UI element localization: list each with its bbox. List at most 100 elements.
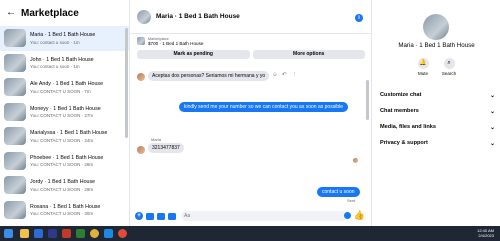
listing-price: $700 · 1 Bed 1 Bath House [148,40,204,46]
listing-thumbnail [4,127,26,146]
details-panel: Maria · 1 Bed 1 Bath House 🔔 Mute ⌕ Sear… [373,0,500,226]
marketplace-panel: ← Marketplace Maria · 1 Bed 1 Bath House… [0,0,130,226]
app-icon[interactable] [48,229,57,238]
image-icon[interactable] [146,212,154,220]
message-bubble: contact u soon [317,187,360,197]
conversation-preview: You: CONTACT U SOON · 27m [30,113,94,118]
chevron-down-icon: ⌄ [489,109,495,115]
listing-thumbnail [4,151,26,170]
conversation-name: Moneyy · 1 Bed 1 Bath House [30,105,101,112]
conversation-preview: You: CONTACT U SOON · 7m [30,88,91,94]
conversation-preview: You: CONTACT U SOON · 28m [30,162,94,167]
sticker-icon[interactable] [157,212,165,220]
app-icon[interactable] [104,229,113,238]
conversation-item[interactable]: Ale Andy · 1 Bed 1 Bath House You: CONTA… [0,75,129,100]
message-composer: + 👍 [131,206,371,226]
reply-icon[interactable]: ↶ [282,72,287,78]
sent-status: Sent [347,198,356,203]
thumbs-up-icon[interactable]: 👍 [354,210,365,221]
bell-icon: 🔔 [417,58,429,69]
read-receipt-avatar [353,158,358,163]
back-arrow-icon[interactable]: ← [6,8,18,18]
chat-panel: Maria · 1 Bed 1 Bath House i Marketplace… [131,0,372,226]
more-options-button[interactable]: More options [252,50,365,59]
mark-pending-button[interactable]: Mark as pending [137,50,250,59]
chat-avatar[interactable] [137,9,151,24]
clock-date: 2/4/2023 [478,233,494,238]
listing-thumbnail [4,200,26,219]
message-bubble: kindly send me your number so we can con… [179,102,348,112]
chevron-down-icon: ⌄ [489,141,495,147]
message-bubble: Aceptas dos personas? Seriamos mi herman… [148,71,270,81]
conversation-item[interactable]: Jordy · 1 Bed 1 Bath House You: CONTACT … [0,173,129,198]
profile-avatar[interactable] [423,14,449,40]
conversation-name: Ale Andy · 1 Bed 1 Bath House [30,81,104,87]
listing-thumbnail [4,53,26,72]
conversation-item[interactable]: Phoebee · 1 Bed 1 Bath House You: CONTAC… [0,149,129,174]
chevron-down-icon: ⌄ [489,93,495,99]
excel-icon[interactable] [76,229,85,238]
conversation-item[interactable]: Moneyy · 1 Bed 1 Bath House You: CONTACT… [0,100,129,125]
mute-label: Mute [417,71,428,76]
conversation-item[interactable]: Roxana · 1 Bed 1 Bath House You: CONTACT… [0,198,129,223]
marketplace-header: ← Marketplace [0,0,129,26]
conversation-name: Marialyssa · 1 Bed 1 Bath House [30,130,108,136]
more-icon[interactable]: ⋮ [292,72,298,78]
emoji-react-icon[interactable]: ☺ [272,72,278,78]
chat-header: Maria · 1 Bed 1 Bath House [131,0,371,34]
message-input[interactable] [181,211,347,221]
conversation-preview: You: CONTACT U SOON · 30m [30,211,94,216]
customize-chat-item[interactable]: Customize chat ⌄ [380,92,495,99]
marketplace-title: Marketplace [21,7,79,19]
conversation-preview: You: CONTACT U SOON · 24m [30,137,94,143]
sender-avatar [137,73,145,81]
profile-name: Maria · 1 Bed 1 Bath House [398,42,475,49]
conversation-name: Roxana · 1 Bed 1 Bath House [30,203,101,210]
word-icon[interactable] [34,229,43,238]
conversation-preview: You: CONTACT U SOON · 29m [30,186,94,192]
message-bubble: 3213477837 [148,143,184,153]
conversation-name: John · 1 Bed 1 Bath House [30,56,94,63]
item-label: Privacy & support [380,140,428,146]
conversation-item[interactable]: Maria · 1 Bed 1 Bath House You: contact … [0,26,129,51]
gif-icon[interactable] [168,212,176,220]
mute-button[interactable]: 🔔 Mute [411,58,435,76]
media-files-links-item[interactable]: Media, files and links ⌄ [380,124,495,131]
app-icon[interactable] [62,229,71,238]
chrome-icon[interactable] [118,229,127,238]
chrome-icon[interactable] [90,229,99,238]
emoji-icon[interactable] [344,212,351,219]
info-icon[interactable]: i [355,14,363,22]
search-label: Search [441,71,457,76]
listing-thumbnail [4,78,26,97]
conversation-name: Maria · 1 Bed 1 Bath House [30,32,96,38]
sender-avatar [137,146,145,154]
conversation-item[interactable]: Marialyssa · 1 Bed 1 Bath House You: CON… [0,124,129,149]
conversation-scrollbar[interactable] [125,28,128,138]
item-label: Media, files and links [380,124,436,130]
taskbar: 12:40 AM 2/4/2023 [0,226,500,241]
message-thread: Aceptas dos personas? Seriamos mi herman… [131,64,371,206]
plus-icon[interactable]: + [135,212,143,220]
listing-thumbnail [4,29,26,48]
conversation-name: Phoebee · 1 Bed 1 Bath House [30,154,104,161]
chat-scrollbar[interactable] [366,80,369,120]
chat-title[interactable]: Maria · 1 Bed 1 Bath House [156,13,240,20]
conversation-preview: You: contact u soon · 1m [30,39,80,45]
conversation-list: Maria · 1 Bed 1 Bath House You: contact … [0,26,129,222]
listing-thumbnail [4,102,26,121]
conversation-item[interactable]: John · 1 Bed 1 Bath House You: contact u… [0,51,129,76]
chat-members-item[interactable]: Chat members ⌄ [380,108,495,115]
system-clock[interactable]: 12:40 AM 2/4/2023 [477,228,494,239]
file-explorer-icon[interactable] [20,229,29,238]
item-label: Chat members [380,108,419,114]
chevron-down-icon: ⌄ [489,125,495,131]
listing-thumbnail [137,37,145,45]
search-button[interactable]: ⌕ Search [437,58,461,76]
sender-name: Maria [151,137,162,142]
listing-summary[interactable]: Marketplace $700 · 1 Bed 1 Bath House [131,34,371,48]
windows-start-icon[interactable] [4,229,13,238]
conversation-preview: You: contact u soon · 1m [30,64,80,69]
privacy-support-item[interactable]: Privacy & support ⌄ [380,140,495,147]
search-icon: ⌕ [443,58,455,69]
